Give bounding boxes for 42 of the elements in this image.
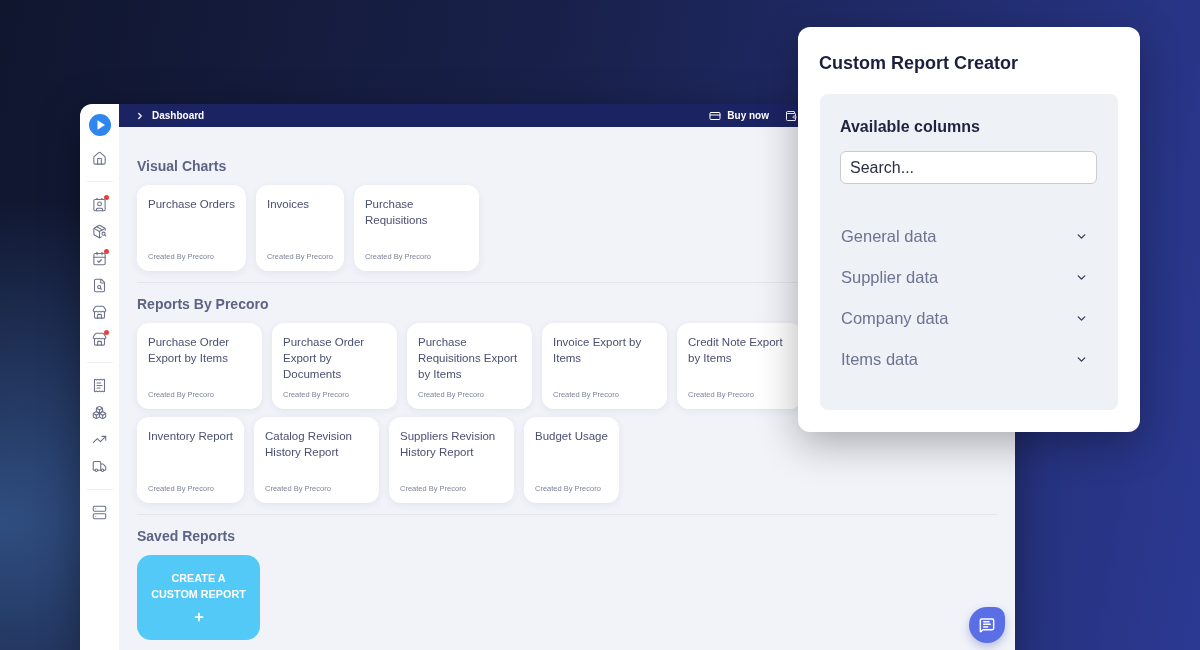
section-title: Visual Charts <box>137 157 227 175</box>
logo-icon <box>88 114 111 136</box>
card-title: Suppliers Revision History Report <box>400 429 497 460</box>
package-search-icon[interactable] <box>92 224 107 239</box>
chevron-right-icon <box>135 110 145 121</box>
store-icon[interactable] <box>92 305 107 320</box>
plus-icon <box>192 611 205 623</box>
card-title: Purchase Orders <box>148 197 235 212</box>
receipt-icon[interactable] <box>92 378 107 393</box>
section-title: Reports By Precoro <box>137 295 269 313</box>
card-title: Budget Usage <box>535 429 608 444</box>
columns-heading: Available columns <box>840 117 980 137</box>
card-title: Invoices <box>266 197 310 212</box>
chat-button[interactable] <box>969 607 1005 643</box>
buy-now-button[interactable]: Buy now <box>709 109 769 122</box>
card-title: Invoice Export by Items <box>553 335 643 366</box>
contact-card-icon[interactable] <box>92 197 107 212</box>
card-title: Purchase Order Export by Documents <box>283 335 366 382</box>
credit-card-icon <box>709 109 722 122</box>
card-title: Purchase Requisitions <box>364 197 429 228</box>
search-field[interactable]: Search... <box>840 151 1097 184</box>
accordion-item[interactable]: General data <box>840 216 1097 257</box>
server-icon[interactable] <box>92 505 107 520</box>
accordion-item[interactable]: Company data <box>840 298 1097 339</box>
card-title: Purchase Requisitions Export by Items <box>418 335 519 382</box>
accordion-item[interactable]: Items data <box>840 339 1097 380</box>
section-title: Saved Reports <box>137 527 236 545</box>
breadcrumb[interactable]: Dashboard <box>152 110 205 121</box>
panel-title: Custom Report Creator <box>819 52 1019 74</box>
card-title: Purchase Order Export by Items <box>148 335 231 366</box>
wallet-icon[interactable] <box>785 109 797 122</box>
calendar-check-icon[interactable] <box>92 251 107 266</box>
home-icon[interactable] <box>92 151 107 166</box>
card-title: Inventory Report <box>148 429 233 444</box>
store-icon[interactable] <box>92 332 107 347</box>
card-title: Catalog Revision History Report <box>265 429 353 460</box>
file-search-icon[interactable] <box>92 278 107 293</box>
card-title: Credit Note Export by Items <box>688 335 784 366</box>
chat-bubble-icon <box>979 617 995 633</box>
truck-icon[interactable] <box>92 459 107 474</box>
boxes-icon[interactable] <box>92 405 107 420</box>
accordion-item[interactable]: Supplier data <box>840 257 1097 298</box>
